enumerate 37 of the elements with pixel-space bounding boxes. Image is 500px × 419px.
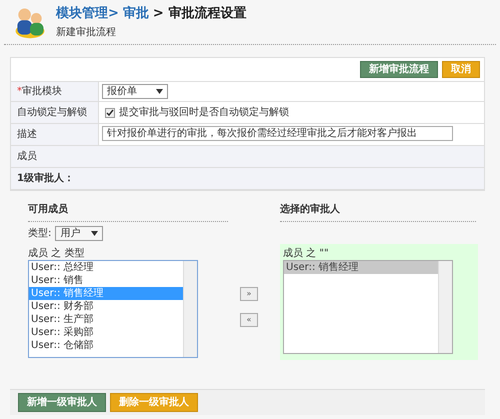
list-label: 成员 之 类型	[28, 247, 86, 260]
scrollbar[interactable]	[438, 261, 452, 353]
field-label: 描述	[17, 129, 37, 140]
page-subtitle: 新建审批流程	[56, 26, 117, 38]
field-label: 自动锁定与解锁	[17, 107, 87, 118]
checkbox-label: 提交审批与驳回时是否自动锁定与解锁	[119, 106, 289, 119]
section-label: 成员	[17, 151, 37, 162]
list-item[interactable]: User:: 财务部	[29, 300, 183, 313]
list-item[interactable]: User:: 总经理	[29, 261, 183, 274]
list-item[interactable]: User:: 销售经理	[29, 287, 183, 300]
scrollbar[interactable]	[183, 261, 197, 357]
caret-icon	[156, 89, 163, 94]
panel-title: 可用成员	[28, 203, 228, 222]
member-list[interactable]: User:: 销售经理	[283, 260, 453, 354]
page-title: > 审批流程设置	[152, 6, 246, 22]
list-item[interactable]: User:: 销售经理	[284, 261, 438, 274]
field-label: *审批模块	[17, 86, 62, 97]
checkbox[interactable]	[105, 108, 115, 118]
type-select[interactable]: 用户	[55, 226, 104, 241]
move-button[interactable]: «	[240, 313, 258, 327]
module-select[interactable]: 报价单	[102, 84, 168, 99]
list-item[interactable]: User:: 仓储部	[29, 339, 183, 352]
type-label: 类型:	[28, 227, 52, 240]
caret-icon	[91, 231, 98, 236]
member-list[interactable]: User:: 总经理 User:: 销售 User:: 销售经理 User:: 财务部 User:: 生产部 User:: 采购部 User:: 仓储部	[28, 260, 198, 358]
list-item[interactable]: User:: 生产部	[29, 313, 183, 326]
action-button[interactable]: 新增审批流程	[360, 61, 438, 78]
list-item[interactable]: User:: 采购部	[29, 326, 183, 339]
list-label: 成员 之 ""	[283, 247, 330, 260]
description-field[interactable]: 针对报价单进行的审批，每次报价需经过经理审批之后才能对客户报出	[102, 126, 453, 141]
section-label: 1级审批人：	[17, 173, 74, 184]
list-item[interactable]: User:: 销售	[29, 274, 183, 287]
breadcrumb-link[interactable]: 模块管理>	[56, 6, 119, 22]
move-button[interactable]: »	[240, 287, 258, 301]
action-button[interactable]: 新增一级审批人	[18, 393, 106, 412]
breadcrumb-link[interactable]: 审批	[122, 6, 149, 22]
panel-title: 选择的审批人	[280, 203, 476, 222]
